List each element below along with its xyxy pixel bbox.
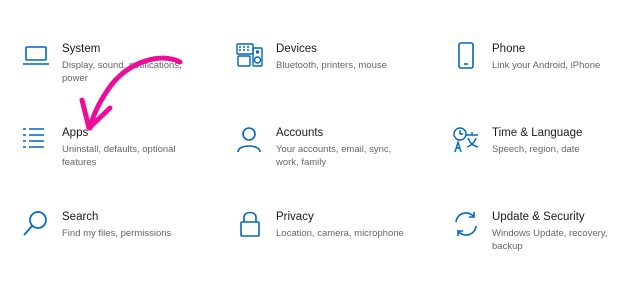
phone-icon (452, 42, 480, 70)
tile-description: Location, camera, microphone (276, 228, 404, 239)
laptop-icon (22, 42, 50, 70)
tile-title: Update & Security (492, 211, 585, 223)
tile-privacy[interactable]: Privacy Location, camera, microphone (236, 210, 436, 280)
person-icon (236, 126, 264, 154)
tile-search[interactable]: Search Find my files, permissions (22, 210, 222, 280)
tile-update-security[interactable]: Update & Security Windows Update, recove… (452, 210, 640, 280)
tile-title: Search (62, 211, 99, 223)
tile-description: Your accounts, email, sync, work, family (276, 144, 392, 168)
tile-title: System (62, 43, 101, 55)
tile-description: Display, sound, notifications, power (62, 60, 182, 84)
apps-list-icon (22, 126, 50, 154)
search-icon (22, 210, 50, 238)
tile-title: Apps (62, 127, 89, 139)
tile-accounts[interactable]: Accounts Your accounts, email, sync, wor… (236, 126, 436, 196)
tile-devices[interactable]: Devices Bluetooth, printers, mouse (236, 42, 436, 112)
tile-description: Link your Android, iPhone (492, 60, 601, 71)
tile-system[interactable]: System Display, sound, notifications, po… (22, 42, 222, 112)
tile-phone[interactable]: Phone Link your Android, iPhone (452, 42, 640, 112)
tile-description: Speech, region, date (492, 144, 580, 155)
tile-title: Devices (276, 43, 317, 55)
tile-description: Uninstall, defaults, optional features (62, 144, 176, 168)
tile-description: Bluetooth, printers, mouse (276, 60, 387, 71)
tile-title: Phone (492, 43, 526, 55)
tile-title: Time & Language (492, 127, 583, 139)
lock-icon (236, 210, 264, 238)
tile-description: Find my files, permissions (62, 228, 172, 239)
time-language-icon (452, 126, 480, 154)
keyboard-speaker-icon (236, 42, 264, 70)
tile-time-language[interactable]: Time & Language Speech, region, date (452, 126, 640, 196)
tile-title: Accounts (276, 127, 324, 139)
tile-apps[interactable]: Apps Uninstall, defaults, optional featu… (22, 126, 222, 196)
tile-description: Windows Update, recovery, backup (492, 228, 608, 252)
tile-title: Privacy (276, 211, 314, 223)
sync-arrows-icon (452, 210, 480, 238)
